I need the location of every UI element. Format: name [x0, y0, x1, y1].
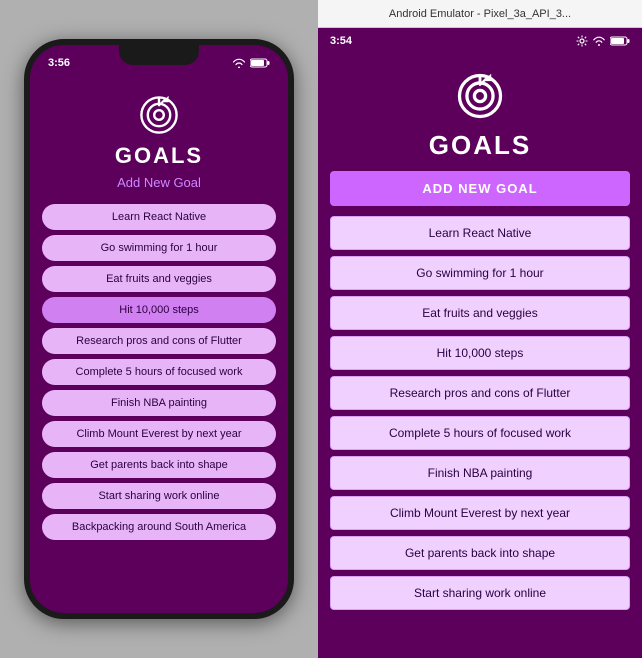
settings-icon [576, 35, 588, 47]
ios-panel: 3:56 [0, 0, 318, 658]
ios-goal-item[interactable]: Get parents back into shape [42, 452, 276, 478]
ios-goal-item[interactable]: Backpacking around South America [42, 514, 276, 540]
ios-goal-item[interactable]: Start sharing work online [42, 483, 276, 509]
ios-goal-item[interactable]: Research pros and cons of Flutter [42, 328, 276, 354]
android-goal-item[interactable]: Climb Mount Everest by next year [330, 496, 630, 530]
android-titlebar-label: Android Emulator - Pixel_3a_API_3... [389, 8, 571, 20]
ios-notch [119, 45, 199, 65]
android-add-new-button[interactable]: ADD NEW GOAL [330, 171, 630, 206]
android-status-bar: 3:54 [318, 28, 642, 54]
android-goal-item[interactable]: Finish NBA painting [330, 456, 630, 490]
ios-goal-item[interactable]: Climb Mount Everest by next year [42, 421, 276, 447]
wifi-icon [232, 58, 246, 68]
ios-title: GOALS [115, 143, 203, 169]
android-time: 3:54 [330, 35, 352, 47]
battery-icon [250, 58, 270, 68]
android-goal-item[interactable]: Learn React Native [330, 216, 630, 250]
android-goals-list: Learn React Native Go swimming for 1 hour… [318, 216, 642, 610]
android-goal-item[interactable]: Go swimming for 1 hour [330, 256, 630, 290]
android-goal-item[interactable]: Start sharing work online [330, 576, 630, 610]
android-goal-item[interactable]: Hit 10,000 steps [330, 336, 630, 370]
android-goal-item[interactable]: Eat fruits and veggies [330, 296, 630, 330]
android-header: GOALS [429, 54, 531, 171]
android-wifi-icon [592, 36, 606, 46]
ios-device: 3:56 [24, 39, 294, 619]
ios-goal-item[interactable]: Eat fruits and veggies [42, 266, 276, 292]
android-screen: 3:54 [318, 28, 642, 658]
android-goal-item[interactable]: Get parents back into shape [330, 536, 630, 570]
ios-goal-item[interactable]: Go swimming for 1 hour [42, 235, 276, 261]
android-goal-item[interactable]: Complete 5 hours of focused work [330, 416, 630, 450]
ios-add-btn[interactable]: Add New Goal [117, 175, 201, 190]
android-title: GOALS [429, 130, 531, 161]
android-titlebar: Android Emulator - Pixel_3a_API_3... [318, 0, 642, 28]
ios-goal-item[interactable]: Hit 10,000 steps [42, 297, 276, 323]
android-target-icon [452, 68, 508, 124]
ios-goal-item[interactable]: Finish NBA painting [42, 390, 276, 416]
android-status-icons [576, 35, 630, 47]
android-panel: Android Emulator - Pixel_3a_API_3... 3:5… [318, 0, 642, 658]
ios-status-icons [232, 58, 270, 68]
android-goal-item[interactable]: Research pros and cons of Flutter [330, 376, 630, 410]
ios-header: GOALS Add New Goal [115, 81, 203, 204]
target-icon [135, 91, 183, 139]
ios-goals-list: Learn React Native Go swimming for 1 hour… [30, 204, 288, 540]
ios-status-bar: 3:56 [30, 45, 288, 81]
ios-goal-item[interactable]: Complete 5 hours of focused work [42, 359, 276, 385]
android-battery-icon [610, 36, 630, 46]
ios-time: 3:56 [48, 57, 70, 69]
android-content: GOALS ADD NEW GOAL Learn React Native Go … [318, 54, 642, 658]
ios-content: GOALS Add New Goal Learn React Native Go … [30, 81, 288, 613]
ios-goal-item[interactable]: Learn React Native [42, 204, 276, 230]
